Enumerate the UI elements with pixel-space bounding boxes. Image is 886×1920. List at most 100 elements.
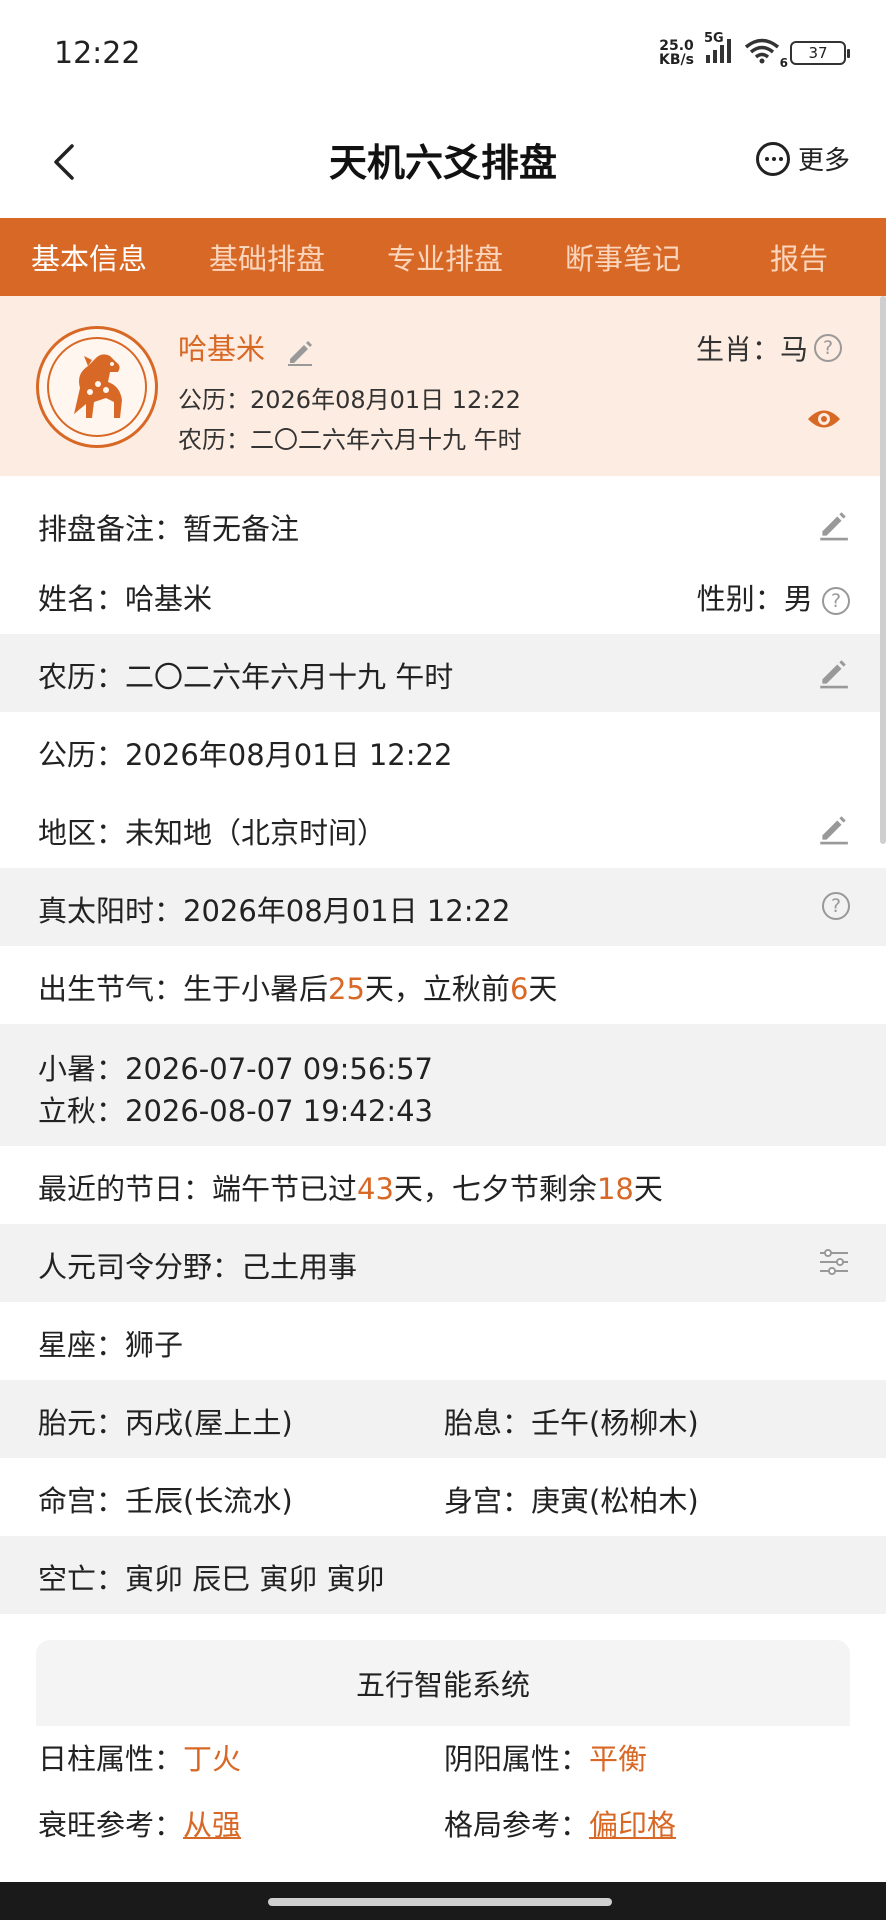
shuaiwang-label: 衰旺参考：: [38, 1808, 184, 1842]
help-icon[interactable]: ?: [822, 587, 850, 615]
more-button[interactable]: 更多: [755, 140, 850, 177]
horse-zodiac-avatar: [36, 326, 158, 448]
lunar-text: 农历：二〇二六年六月十九 午时: [38, 660, 454, 694]
renyuan-row: 人元司令分野：己土用事: [0, 1224, 886, 1302]
term-days-before: 6: [509, 972, 529, 1006]
name-text: 姓名：哈基米: [38, 582, 213, 616]
solar-term-text: 出生节气：生于小暑后25天，立秋前6天: [38, 966, 557, 1008]
wuxing-title: 五行智能系统: [355, 1668, 530, 1702]
edit-region-icon[interactable]: [816, 812, 850, 853]
nav-bar: [0, 1882, 886, 1920]
gregorian-text: 公历：2026年08月01日 12:22: [38, 738, 453, 772]
help-icon[interactable]: ?: [822, 892, 850, 920]
status-time: 12:22: [54, 36, 141, 71]
edit-lunar-icon[interactable]: [816, 656, 850, 697]
tab-basic-info[interactable]: 基本信息: [0, 236, 178, 278]
festival-prefix: 最近的节日：端午节已过: [38, 1172, 358, 1206]
tab-bar: 基本信息 基础排盘 专业排盘 断事笔记 报告: [0, 218, 886, 296]
help-icon[interactable]: ?: [814, 334, 842, 362]
rizhu-yinyang-row: 日柱属性：丁火 阴阳属性：平衡: [0, 1728, 886, 1788]
liqiu-text: 立秋：2026-08-07 19:42:43: [38, 1094, 433, 1128]
profile-name: 哈基米: [178, 326, 316, 368]
kongwang-text: 空亡：寅卯 辰巳 寅卯 寅卯: [38, 1562, 385, 1596]
geju-label: 格局参考：: [444, 1808, 590, 1842]
term-days-after: 25: [328, 972, 365, 1006]
festival-row: 最近的节日：端午节已过43天，七夕节剩余18天: [0, 1146, 886, 1224]
tab-report[interactable]: 报告: [712, 236, 886, 278]
scrollbar[interactable]: [880, 296, 886, 844]
xiaoshu-text: 小暑：2026-07-07 09:56:57: [38, 1052, 433, 1086]
solar-term-dates-row: 小暑：2026-07-07 09:56:57 立秋：2026-08-07 19:…: [0, 1024, 886, 1146]
profile-card: 哈基米 公历：2026年08月01日 12:22 农历：二〇二六年六月十九 午时…: [0, 296, 886, 476]
geju-field: 格局参考：偏印格: [444, 1802, 676, 1844]
festival-suffix: 天: [633, 1172, 663, 1206]
net-speed-value: 25.0: [659, 38, 694, 54]
festival-passed-days: 43: [357, 1172, 394, 1206]
yinyang-field: 阴阳属性：平衡: [444, 1736, 647, 1778]
name-gender-row: 姓名：哈基米 性别：男 ?: [0, 556, 886, 634]
solar-time-text: 真太阳时：2026年08月01日 12:22: [38, 894, 511, 928]
title-bar: 天机六爻排盘 更多: [0, 110, 886, 218]
zodiac-text: 生肖：马: [695, 333, 808, 366]
rizhu-field: 日柱属性：丁火: [38, 1736, 241, 1778]
taiyuan-row: 胎元：丙戌(屋上土) 胎息：壬午(杨柳木): [0, 1380, 886, 1458]
eye-icon[interactable]: [806, 406, 842, 436]
tab-notes[interactable]: 断事笔记: [534, 236, 712, 278]
profile-name-text: 哈基米: [178, 332, 266, 366]
yinyang-label: 阴阳属性：: [444, 1742, 590, 1776]
term-suffix: 天: [528, 972, 558, 1006]
festival-mid: 天，七夕节剩余: [393, 1172, 597, 1206]
wifi-level: 6: [779, 56, 788, 70]
shengong-text: 身宫：庚寅(松柏木): [444, 1484, 699, 1518]
gender-field: 性别：男 ?: [697, 576, 850, 618]
net-speed-unit: KB/s: [659, 52, 694, 68]
signal-icon: 5G: [704, 31, 734, 67]
taiyuan-text: 胎元：丙戌(屋上土): [38, 1406, 293, 1440]
network-type: 5G: [704, 31, 724, 46]
more-dots-icon: [755, 141, 790, 176]
remark-row: 排盘备注：暂无备注: [0, 486, 886, 564]
festival-text: 最近的节日：端午节已过43天，七夕节剩余18天: [38, 1166, 663, 1208]
horse-icon: [74, 354, 122, 418]
rizhu-label: 日柱属性：: [38, 1742, 184, 1776]
profile-lunar: 农历：二〇二六年六月十九 午时: [178, 426, 522, 454]
status-bar: 12:22 25.0 KB/s 5G 6 37: [0, 0, 886, 110]
gregorian-row: 公历：2026年08月01日 12:22: [0, 712, 886, 790]
renyuan-text: 人元司令分野：己土用事: [38, 1250, 358, 1284]
edit-remark-icon[interactable]: [816, 508, 850, 549]
net-speed: 25.0 KB/s: [659, 39, 694, 67]
minggong-row: 命宫：壬辰(长流水) 身宫：庚寅(松柏木): [0, 1458, 886, 1536]
profile-gregorian: 公历：2026年08月01日 12:22: [178, 386, 521, 414]
shuaiwang-link[interactable]: 从强: [183, 1808, 241, 1842]
geju-link[interactable]: 偏印格: [589, 1808, 676, 1842]
taixi-text: 胎息：壬午(杨柳木): [444, 1406, 699, 1440]
yinyang-value: 平衡: [589, 1742, 648, 1776]
edit-name-icon[interactable]: [284, 335, 316, 367]
status-icons: 25.0 KB/s 5G 6 37: [659, 31, 850, 70]
minggong-text: 命宫：壬辰(长流水): [38, 1484, 293, 1518]
region-row: 地区：未知地（北京时间）: [0, 790, 886, 868]
region-text: 地区：未知地（北京时间）: [38, 816, 387, 850]
tab-pro-chart[interactable]: 专业排盘: [356, 236, 534, 278]
solar-term-row: 出生节气：生于小暑后25天，立秋前6天: [0, 946, 886, 1024]
term-mid: 天，立秋前: [364, 972, 510, 1006]
lunar-row: 农历：二〇二六年六月十九 午时: [0, 634, 886, 712]
page-title: 天机六爻排盘: [328, 141, 557, 185]
filter-settings-icon[interactable]: [818, 1246, 850, 1285]
home-indicator[interactable]: [268, 1898, 612, 1906]
constellation-row: 星座：狮子: [0, 1302, 886, 1380]
constellation-text: 星座：狮子: [38, 1328, 184, 1362]
rizhu-value: 丁火: [183, 1742, 242, 1776]
term-prefix: 出生节气：生于小暑后: [38, 972, 329, 1006]
battery-level: 37: [808, 44, 828, 62]
more-label: 更多: [797, 146, 850, 176]
wifi-icon: 6: [744, 38, 788, 70]
tab-basic-chart[interactable]: 基础排盘: [178, 236, 356, 278]
shuaiwang-geju-row: 衰旺参考：从强 格局参考：偏印格: [0, 1794, 886, 1854]
wuxing-card: 五行智能系统: [36, 1640, 850, 1726]
solar-time-row: 真太阳时：2026年08月01日 12:22 ?: [0, 868, 886, 946]
shuaiwang-field: 衰旺参考：从强: [38, 1802, 241, 1844]
zodiac-label: 生肖：马 ?: [696, 328, 842, 368]
remark-text: 排盘备注：暂无备注: [38, 512, 300, 546]
battery-icon: 37: [790, 41, 850, 65]
